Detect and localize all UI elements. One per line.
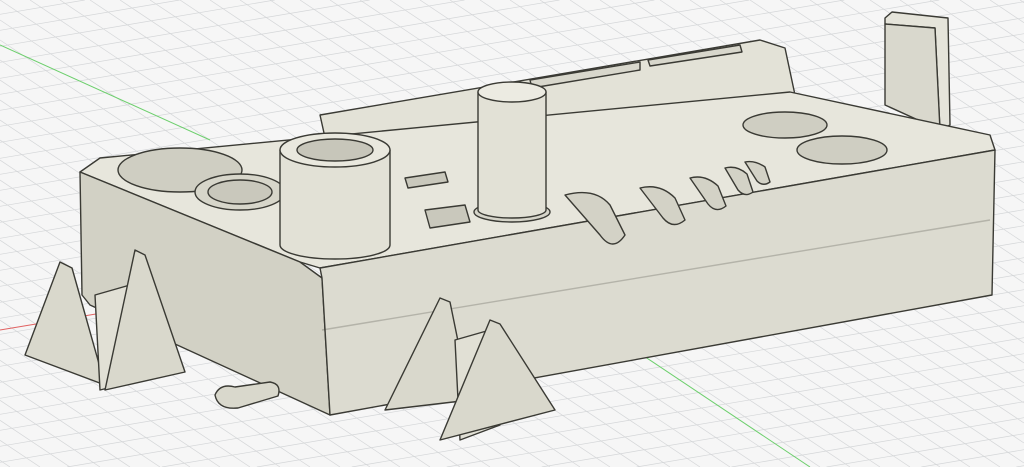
3d-viewport[interactable]: [0, 0, 1024, 467]
grid-line: [0, 0, 560, 95]
grid-line: [0, 380, 131, 467]
pin-wall: [477, 91, 547, 219]
grid-line: [0, 0, 180, 31]
grid-line: [0, 400, 101, 467]
grid-line: [989, 0, 1024, 23]
grid-line: [0, 0, 85, 15]
grid-line: [0, 420, 71, 467]
round-pocket: [796, 135, 888, 165]
grid-line: [959, 0, 1024, 43]
model-body[interactable]: [24, 11, 996, 441]
hollow-cylinder-bore: [296, 138, 374, 162]
pin-cylinder: [473, 81, 551, 223]
clip-hook-shape: [214, 381, 280, 409]
grid-line: [921, 449, 1024, 467]
grid-line: [636, 401, 1024, 467]
ring-pocket-inner: [207, 179, 273, 205]
hollow-cylinder: [279, 132, 391, 260]
pin-top: [477, 81, 547, 103]
grid-line: [0, 440, 41, 467]
model-canvas[interactable]: [0, 0, 1024, 467]
grid-line: [826, 433, 1024, 467]
clip-hook: [214, 381, 280, 409]
round-pocket: [742, 111, 828, 139]
